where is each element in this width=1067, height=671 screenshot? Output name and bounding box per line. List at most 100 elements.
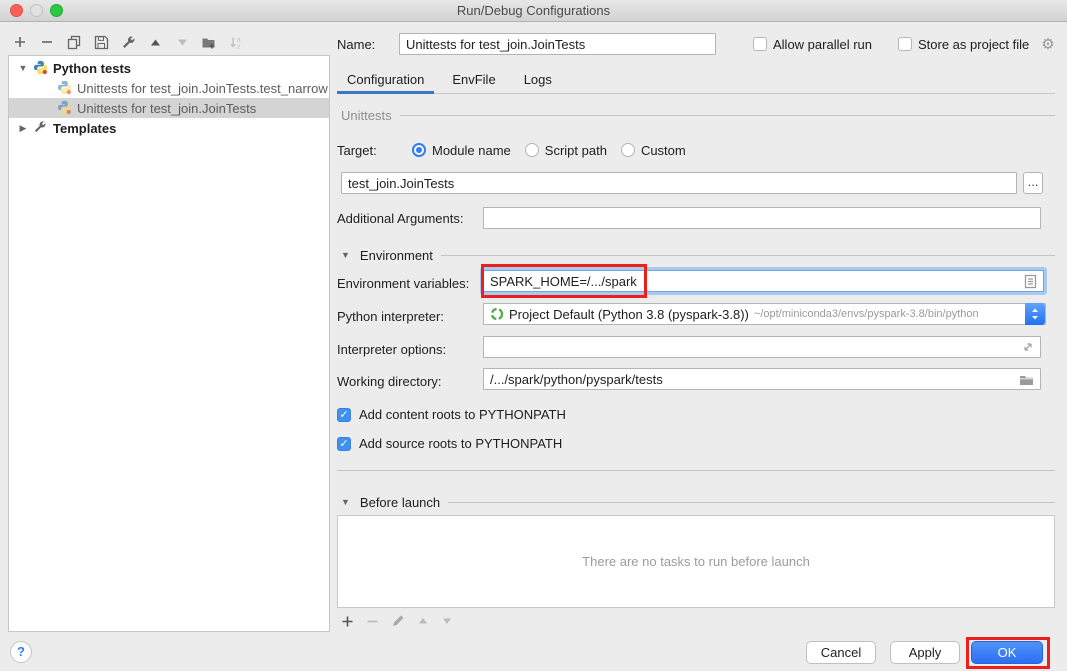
remove-icon — [40, 35, 54, 49]
ok-button[interactable]: OK — [971, 641, 1043, 664]
add-content-roots-option[interactable]: ✓ Add content roots to PYTHONPATH — [337, 407, 566, 422]
interpreter-options-row: Interpreter options: — [337, 340, 446, 358]
chevron-right-icon[interactable]: ▶ — [17, 123, 29, 134]
radio-icon[interactable] — [621, 143, 635, 157]
tree-item-templates[interactable]: ▶ Templates — [9, 118, 329, 138]
move-task-down-button — [441, 615, 453, 627]
target-option-label: Module name — [432, 143, 511, 158]
target-label: Target: — [337, 143, 412, 158]
chevron-down-icon[interactable]: ▼ — [17, 63, 29, 73]
before-launch-title: Before launch — [360, 495, 440, 510]
remove-configuration-button[interactable] — [39, 34, 55, 50]
move-down-icon — [441, 615, 453, 627]
run-debug-configurations-dialog: Run/Debug Configurations az — [0, 0, 1067, 671]
python-icon — [33, 60, 49, 76]
before-launch-toolbar — [341, 612, 453, 630]
target-option-module-name[interactable]: Module name — [412, 143, 511, 158]
python-interpreter-row: Python interpreter: — [337, 307, 444, 325]
help-button[interactable]: ? — [10, 641, 32, 663]
dropdown-stepper-icon[interactable] — [1025, 303, 1045, 325]
interpreter-options-input[interactable] — [483, 336, 1041, 358]
folder-icon[interactable] — [1019, 373, 1034, 386]
collapse-triangle-icon[interactable]: ▼ — [341, 497, 350, 507]
unittests-group-title: Unittests — [341, 108, 392, 123]
environment-section-header[interactable]: ▼ Environment — [341, 247, 1055, 263]
target-radio-group: Module name Script path Custom — [412, 143, 686, 158]
python-interpreter-value: Project Default (Python 3.8 (pyspark-3.8… — [509, 307, 749, 322]
environment-variables-value: SPARK_HOME=/.../spark — [490, 274, 1024, 289]
add-source-roots-label: Add source roots to PYTHONPATH — [359, 436, 562, 451]
edit-templates-button[interactable] — [120, 34, 136, 50]
working-directory-row: Working directory: — [337, 372, 442, 390]
add-icon — [341, 615, 354, 628]
minimize-window-button — [30, 4, 43, 17]
browse-module-button[interactable]: ... — [1023, 172, 1043, 194]
add-configuration-button[interactable] — [12, 34, 28, 50]
add-source-roots-option[interactable]: ✓ Add source roots to PYTHONPATH — [337, 436, 562, 451]
target-row: Target: Module name Script path Custom — [337, 141, 686, 159]
tree-item-label: Unittests for test_join.JoinTests — [77, 101, 256, 116]
tree-item-unittests-jointests[interactable]: Unittests for test_join.JoinTests — [9, 98, 329, 118]
cancel-button[interactable]: Cancel — [806, 641, 876, 664]
apply-button[interactable]: Apply — [890, 641, 960, 664]
create-folder-button[interactable] — [201, 34, 217, 50]
copy-icon — [67, 35, 82, 50]
python-interpreter-label: Python interpreter: — [337, 309, 444, 324]
target-option-script-path[interactable]: Script path — [525, 143, 607, 158]
working-directory-input[interactable]: /.../spark/python/pyspark/tests — [483, 368, 1041, 390]
checked-checkbox-icon[interactable]: ✓ — [337, 408, 351, 422]
before-launch-task-list: There are no tasks to run before launch — [337, 515, 1055, 608]
working-directory-label: Working directory: — [337, 374, 442, 389]
copy-configuration-button[interactable] — [66, 34, 82, 50]
edit-pencil-icon — [391, 614, 405, 628]
interpreter-options-label: Interpreter options: — [337, 342, 446, 357]
module-name-input[interactable]: test_join.JoinTests — [341, 172, 1017, 194]
group-divider — [441, 255, 1055, 256]
svg-text:z: z — [237, 43, 240, 50]
target-option-label: Script path — [545, 143, 607, 158]
section-divider — [337, 470, 1055, 471]
target-option-custom[interactable]: Custom — [621, 143, 686, 158]
close-window-button[interactable] — [10, 4, 23, 17]
python-test-icon — [57, 80, 73, 96]
expand-field-icon[interactable] — [1021, 341, 1034, 354]
move-up-icon — [149, 36, 162, 49]
group-divider — [448, 502, 1055, 503]
working-directory-value: /.../spark/python/pyspark/tests — [490, 372, 1019, 387]
tree-item-label: Unittests for test_join.JoinTests.test_n… — [77, 81, 328, 96]
tree-item-label: Python tests — [53, 61, 131, 76]
zoom-window-button[interactable] — [50, 4, 63, 17]
add-task-button[interactable] — [341, 615, 354, 628]
traffic-lights — [10, 4, 63, 17]
move-task-up-button — [417, 615, 429, 627]
environment-variables-input[interactable]: SPARK_HOME=/.../spark — [483, 270, 1044, 292]
radio-selected-icon[interactable] — [412, 143, 426, 157]
before-launch-header[interactable]: ▼ Before launch — [341, 494, 1055, 510]
tree-item-python-tests[interactable]: ▼ Python tests — [9, 58, 329, 78]
move-up-button[interactable] — [147, 34, 163, 50]
additional-arguments-input[interactable] — [483, 207, 1041, 229]
configurations-tree: ▼ Python tests Unittests for test_join.J… — [8, 55, 330, 632]
tree-item-label: Templates — [53, 121, 116, 136]
environment-variables-label: Environment variables: — [337, 276, 469, 291]
no-tasks-message: There are no tasks to run before launch — [582, 554, 810, 569]
add-content-roots-label: Add content roots to PYTHONPATH — [359, 407, 566, 422]
collapse-triangle-icon[interactable]: ▼ — [341, 250, 350, 260]
sort-icon: az — [229, 35, 244, 50]
svg-text:a: a — [237, 36, 241, 43]
python-interpreter-path: ~/opt/miniconda3/envs/pyspark-3.8/bin/py… — [754, 308, 979, 320]
python-interpreter-select[interactable]: Project Default (Python 3.8 (pyspark-3.8… — [483, 303, 1046, 325]
environment-variables-row: Environment variables: — [337, 274, 469, 292]
environment-section-title: Environment — [360, 248, 433, 263]
radio-icon[interactable] — [525, 143, 539, 157]
checked-checkbox-icon[interactable]: ✓ — [337, 437, 351, 451]
python-test-icon — [57, 100, 73, 116]
edit-task-button — [391, 614, 405, 628]
tree-item-unittests-test-narrow[interactable]: Unittests for test_join.JoinTests.test_n… — [9, 78, 329, 98]
save-configuration-button[interactable] — [93, 34, 109, 50]
new-folder-icon — [201, 35, 217, 50]
edit-variables-icon[interactable] — [1024, 274, 1037, 289]
wrench-icon — [121, 35, 136, 50]
sort-configurations-button: az — [228, 34, 244, 50]
module-name-value: test_join.JoinTests — [348, 176, 1010, 191]
